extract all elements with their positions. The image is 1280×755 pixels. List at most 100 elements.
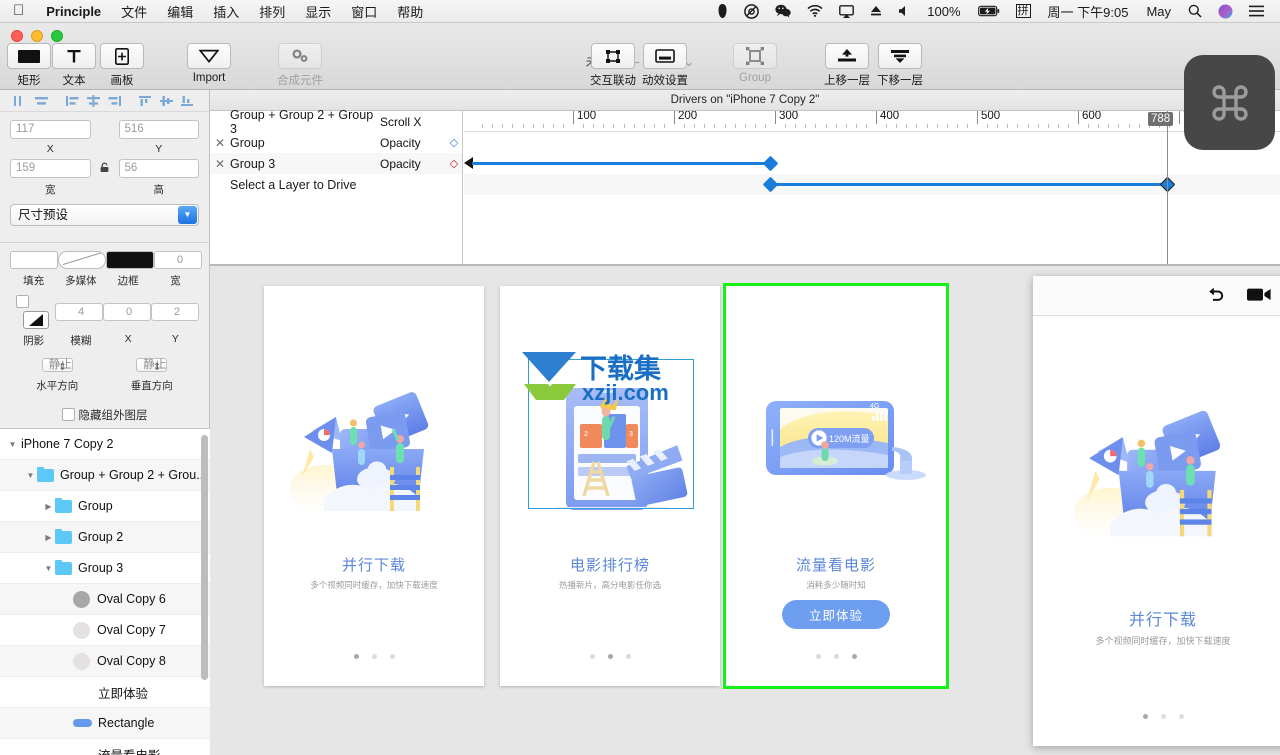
input-source-icon[interactable]: 拼 (1008, 4, 1039, 18)
canvas-area[interactable]: 并行下载 多个视频同时缓存，加快下载速度 2 3 电影排行榜 热播新片，高分电影… (210, 266, 1280, 755)
hide-outside-row[interactable]: 隐藏组外图层 (10, 407, 199, 423)
preview-window[interactable]: 并行下载 多个视频同时缓存，加快下载速度 (1033, 276, 1280, 746)
track-row-2[interactable] (464, 174, 1280, 195)
creative-cloud-icon[interactable] (736, 3, 767, 19)
remove-driver-icon[interactable]: ✕ (210, 157, 230, 171)
align-middle-icon[interactable] (156, 93, 177, 109)
tool-bring-forward[interactable]: 上移一层 (821, 43, 873, 88)
layer-row[interactable]: ▼ Group + Group 2 + Grou... (0, 460, 210, 491)
tool-text[interactable]: 文本 (48, 43, 100, 88)
align-center-horizontal-icon[interactable] (31, 93, 52, 109)
tool-drivers[interactable]: 交互联动 (587, 43, 639, 88)
layers-scrollbar[interactable] (201, 435, 208, 680)
tool-artboard[interactable]: 画板 (96, 43, 148, 88)
menubar-month[interactable]: May (1137, 4, 1180, 19)
track-bar[interactable] (771, 183, 1166, 186)
shadow-x-input[interactable]: 0 (103, 303, 151, 321)
undo-icon[interactable] (1206, 286, 1225, 305)
timeline-name-row-3[interactable]: Select a Layer to Drive (210, 174, 462, 195)
menu-item-view[interactable]: 显示 (295, 2, 341, 21)
page-dot[interactable] (1178, 714, 1184, 719)
keyframe-toggle-icon[interactable]: ◇ (446, 157, 462, 170)
y-input[interactable]: 516 (118, 120, 199, 139)
minimize-window-button[interactable] (31, 30, 43, 42)
page-dot[interactable] (815, 654, 821, 659)
dropbox-icon[interactable] (709, 4, 736, 18)
page-dot[interactable] (851, 654, 857, 659)
disclosure-right-icon[interactable]: ▶ (42, 533, 55, 542)
menu-item-file[interactable]: 文件 (111, 2, 157, 21)
menu-item-arrange[interactable]: 排列 (249, 2, 295, 21)
align-top-icon[interactable] (135, 93, 156, 109)
page-dot[interactable] (607, 654, 613, 659)
timeline-name-row-2[interactable]: ✕ Group 3 Opacity ◇ (210, 153, 462, 174)
page-dot[interactable] (589, 654, 595, 659)
keyframe-toggle-icon[interactable]: ◇ (446, 136, 462, 149)
remove-driver-icon[interactable]: ✕ (210, 136, 230, 150)
border-swatch[interactable] (106, 251, 154, 269)
layer-row[interactable]: 流量看电影 (0, 739, 210, 755)
eject-icon[interactable] (862, 5, 890, 17)
page-dot[interactable] (625, 654, 631, 659)
page-dot[interactable] (371, 654, 377, 659)
layer-row[interactable]: Oval Copy 8 (0, 646, 210, 677)
menu-item-window[interactable]: 窗口 (341, 2, 387, 21)
page-dot[interactable] (1142, 714, 1148, 719)
tool-animation[interactable]: 动效设置 (639, 43, 691, 88)
menu-item-edit[interactable]: 编辑 (157, 2, 203, 21)
scroll-vertical-select[interactable]: 静止 (136, 358, 168, 372)
driver-property[interactable]: Opacity (380, 157, 446, 171)
layer-row[interactable]: Oval Copy 7 (0, 615, 210, 646)
driver-property[interactable]: Opacity (380, 136, 446, 150)
shadow-checkbox[interactable] (16, 295, 29, 308)
tool-import[interactable]: Import (183, 43, 235, 84)
menubar-clock[interactable]: 周一 下午9:05 (1039, 2, 1138, 21)
layer-row[interactable]: ▼ iPhone 7 Copy 2 (0, 429, 210, 460)
distribute-middle-icon[interactable] (83, 93, 104, 109)
artboard-3-cta-button[interactable]: 立即体验 (782, 600, 890, 629)
layer-row[interactable]: ▶ Group (0, 491, 210, 522)
volume-icon[interactable] (890, 5, 918, 17)
timeline-tracks[interactable]: 100 200 300 400 500 600 700 788 8 (464, 111, 1280, 264)
apple-menu-icon[interactable]:  (13, 3, 24, 18)
battery-charging-icon[interactable] (970, 5, 1008, 17)
align-left-icon[interactable] (10, 93, 31, 109)
zoom-window-button[interactable] (51, 30, 63, 42)
fill-swatch[interactable] (10, 251, 58, 269)
x-input[interactable]: 117 (10, 120, 91, 139)
layer-row[interactable]: Rectangle (0, 708, 210, 739)
spotlight-icon[interactable] (1180, 4, 1210, 18)
tool-group[interactable]: Group (729, 43, 781, 84)
disclosure-down-icon[interactable]: ▼ (24, 471, 37, 480)
close-window-button[interactable] (11, 30, 23, 42)
align-bottom-icon[interactable] (177, 93, 198, 109)
track-row-1[interactable] (464, 153, 1280, 174)
artboard-3[interactable]: 120M流量 4G 流量看电影 消耗多少随时知 立即体验 (726, 286, 946, 686)
distribute-top-icon[interactable] (62, 93, 83, 109)
artboard-2[interactable]: 2 3 电影排行榜 热播新片，高分电影任你选 (500, 286, 720, 686)
record-icon[interactable] (1247, 287, 1271, 305)
distribute-bottom-icon[interactable] (104, 93, 125, 109)
shadow-color-button[interactable] (23, 311, 49, 329)
page-dot[interactable] (389, 654, 395, 659)
timeline-name-row-0[interactable]: Group + Group 2 + Group 3 Scroll X (210, 108, 462, 136)
media-swatch[interactable] (58, 251, 106, 269)
hide-outside-checkbox[interactable] (61, 408, 75, 421)
track-row-0[interactable] (464, 132, 1280, 153)
playhead[interactable]: 788 8 (1148, 111, 1194, 264)
width-input[interactable]: 159 (10, 159, 91, 178)
menu-item-insert[interactable]: 插入 (203, 2, 249, 21)
disclosure-right-icon[interactable]: ▶ (42, 502, 55, 511)
blur-input[interactable]: 4 (55, 303, 103, 321)
height-input[interactable]: 56 (118, 159, 199, 178)
layer-row[interactable]: Oval Copy 6 (0, 584, 210, 615)
siri-icon[interactable] (1210, 4, 1241, 19)
layer-row[interactable]: ▶ Group 2 (0, 522, 210, 553)
page-dot[interactable] (833, 654, 839, 659)
border-width-input[interactable]: 0 (154, 251, 202, 269)
size-preset-select[interactable]: 尺寸预设 ▼ (10, 204, 199, 226)
layers-panel[interactable]: ▼ iPhone 7 Copy 2 ▼ Group + Group 2 + Grou.… (0, 428, 210, 755)
lock-icon[interactable] (99, 162, 111, 176)
keyframe-diamond[interactable] (762, 155, 779, 172)
wifi-icon[interactable] (799, 5, 831, 17)
